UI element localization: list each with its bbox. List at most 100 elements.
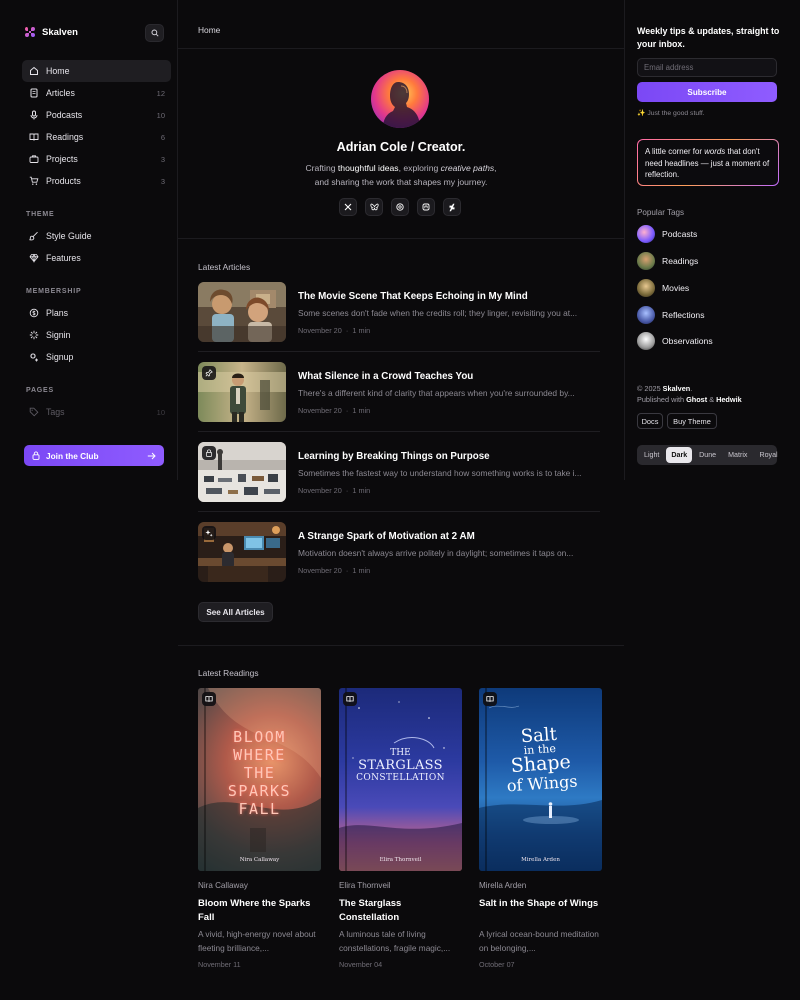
theme-option-dune[interactable]: Dune bbox=[694, 447, 721, 463]
book-cover-title: THE STARGLASS CONSTELLATION bbox=[339, 748, 462, 783]
deviantart-icon[interactable] bbox=[443, 198, 461, 216]
header-divider bbox=[178, 48, 624, 49]
social-links bbox=[339, 198, 461, 216]
theme-option-dark[interactable]: Dark bbox=[666, 447, 693, 463]
sidebar-item-articles[interactable]: Articles 12 bbox=[22, 82, 171, 104]
book-author: Mirella Arden bbox=[479, 881, 527, 890]
pin-icon bbox=[202, 366, 216, 380]
breadcrumb[interactable]: Home bbox=[198, 25, 220, 35]
tag-item-podcasts[interactable]: Podcasts bbox=[637, 225, 697, 243]
tag-label: Reflections bbox=[662, 310, 705, 320]
docs-button[interactable]: Docs bbox=[637, 413, 663, 429]
cover-line: STARGLASS bbox=[358, 758, 443, 773]
sidebar-item-count: 12 bbox=[156, 88, 165, 98]
sidebar-item-label: Signup bbox=[46, 352, 74, 362]
book-description: A lyrical ocean-bound meditation on belo… bbox=[479, 929, 599, 953]
sidebar-item-projects[interactable]: Projects 3 bbox=[22, 148, 171, 170]
book-icon bbox=[202, 692, 216, 706]
article-card[interactable]: A Strange Spark of Motivation at 2 AM Mo… bbox=[198, 522, 600, 592]
sidebar-item-tags[interactable]: Tags 10 bbox=[22, 401, 171, 423]
article-title[interactable]: What Silence in a Crowd Teaches You bbox=[298, 371, 473, 382]
book-cover-title: Salt in the Shape of Wings bbox=[479, 722, 602, 797]
see-all-articles-button[interactable]: See All Articles bbox=[198, 602, 273, 622]
subscribe-button[interactable]: Subscribe bbox=[637, 82, 777, 102]
tag-item-readings[interactable]: Readings bbox=[637, 252, 698, 270]
bio-text: , bbox=[494, 163, 497, 173]
article-excerpt: There's a different kind of clarity that… bbox=[298, 388, 575, 398]
article-title[interactable]: The Movie Scene That Keeps Echoing in My… bbox=[298, 291, 528, 302]
sidebar-item-products[interactable]: Products 3 bbox=[22, 170, 171, 192]
tag-icon bbox=[28, 407, 39, 418]
email-input[interactable] bbox=[637, 58, 777, 77]
bio-emphasis: thoughtful ideas bbox=[337, 163, 399, 173]
copy-brand[interactable]: Skalven bbox=[663, 384, 691, 393]
copy-part: Published with bbox=[637, 395, 687, 404]
book-cover-author: Elira Thornveil bbox=[379, 857, 422, 863]
theme-option-royal[interactable]: Royal bbox=[754, 447, 782, 463]
bluesky-icon[interactable] bbox=[365, 198, 383, 216]
sidebar-item-features[interactable]: Features bbox=[22, 247, 171, 269]
sidebar-item-signup[interactable]: Signup bbox=[22, 346, 171, 368]
cover-line: THE bbox=[243, 764, 276, 782]
article-title[interactable]: Learning by Breaking Things on Purpose bbox=[298, 451, 490, 462]
article-title[interactable]: A Strange Spark of Motivation at 2 AM bbox=[298, 531, 475, 542]
buy-theme-button[interactable]: Buy Theme bbox=[667, 413, 717, 429]
sidebar-item-readings[interactable]: Readings 6 bbox=[22, 126, 171, 148]
tag-item-movies[interactable]: Movies bbox=[637, 279, 689, 297]
mastodon-icon[interactable] bbox=[417, 198, 435, 216]
lock-icon bbox=[32, 451, 40, 460]
search-icon bbox=[150, 29, 159, 37]
book-description: A luminous tale of living constellations… bbox=[339, 929, 451, 953]
bio-text: , exploring bbox=[398, 163, 441, 173]
sparkle-icon bbox=[202, 526, 216, 540]
article-meta: November 20 · 1 min bbox=[298, 486, 371, 495]
book-date: October 07 bbox=[479, 960, 515, 969]
x-icon[interactable] bbox=[339, 198, 357, 216]
article-card[interactable]: The Movie Scene That Keeps Echoing in My… bbox=[198, 282, 600, 352]
article-card[interactable]: What Silence in a Crowd Teaches You Ther… bbox=[198, 362, 600, 432]
threads-icon[interactable] bbox=[391, 198, 409, 216]
book-cover-title: BLOOM WHERE THE SPARKS FALL bbox=[198, 728, 321, 818]
article-thumbnail bbox=[198, 282, 286, 342]
search-button[interactable] bbox=[145, 24, 164, 42]
article-card[interactable]: Learning by Breaking Things on Purpose S… bbox=[198, 442, 600, 512]
tag-thumbnail bbox=[637, 225, 655, 243]
join-club-label: Join the Club bbox=[46, 450, 99, 461]
book-author: Nira Callaway bbox=[198, 881, 248, 890]
tag-item-observations[interactable]: Observations bbox=[637, 332, 713, 350]
book-cover-author: Mirella Arden bbox=[521, 857, 560, 863]
sidebar-item-label: Home bbox=[46, 66, 70, 76]
theme-option-matrix[interactable]: Matrix bbox=[723, 447, 752, 463]
sidebar-item-label: Style Guide bbox=[46, 231, 92, 241]
arrow-right-icon bbox=[147, 452, 156, 459]
latest-articles-heading: Latest Articles bbox=[198, 262, 251, 272]
sidebar-item-signin[interactable]: Signin bbox=[22, 324, 171, 346]
quote-part: A little corner for bbox=[645, 147, 705, 156]
book-title[interactable]: Bloom Where the Sparks Fall bbox=[198, 897, 321, 925]
sidebar-item-count: 3 bbox=[160, 154, 165, 164]
sidebar-item-style-guide[interactable]: Style Guide bbox=[22, 225, 171, 247]
article-read-time: 1 min bbox=[352, 566, 371, 575]
sidebar-item-home[interactable]: Home bbox=[22, 60, 171, 82]
sidebar-item-plans[interactable]: Plans bbox=[22, 302, 171, 324]
article-read-time: 1 min bbox=[352, 486, 371, 495]
newsletter-title: Weekly tips & updates, straight to your … bbox=[637, 26, 780, 49]
quote-text: A little corner for words that don't nee… bbox=[638, 140, 778, 185]
book-title[interactable]: The Starglass Constellation bbox=[339, 897, 462, 925]
hedwik-link[interactable]: Hedwik bbox=[716, 395, 742, 404]
book-title[interactable]: Salt in the Shape of Wings bbox=[479, 897, 602, 911]
brand[interactable]: Skalven bbox=[24, 26, 78, 38]
join-club-button[interactable]: Join the Club bbox=[24, 445, 164, 466]
ghost-link[interactable]: Ghost bbox=[686, 395, 707, 404]
avatar bbox=[371, 70, 429, 128]
theme-switcher: Light Dark Dune Matrix Royal bbox=[637, 445, 778, 465]
tag-item-reflections[interactable]: Reflections bbox=[637, 306, 705, 324]
sidebar-item-label: Products bbox=[46, 176, 81, 186]
theme-option-light[interactable]: Light bbox=[639, 447, 664, 463]
sidebar-item-label: Features bbox=[46, 253, 81, 263]
book-icon bbox=[28, 132, 39, 143]
sidebar-item-podcasts[interactable]: Podcasts 10 bbox=[22, 104, 171, 126]
book-icon bbox=[483, 692, 497, 706]
tag-thumbnail bbox=[637, 279, 655, 297]
book-cover-author: Nira Callaway bbox=[239, 857, 280, 863]
